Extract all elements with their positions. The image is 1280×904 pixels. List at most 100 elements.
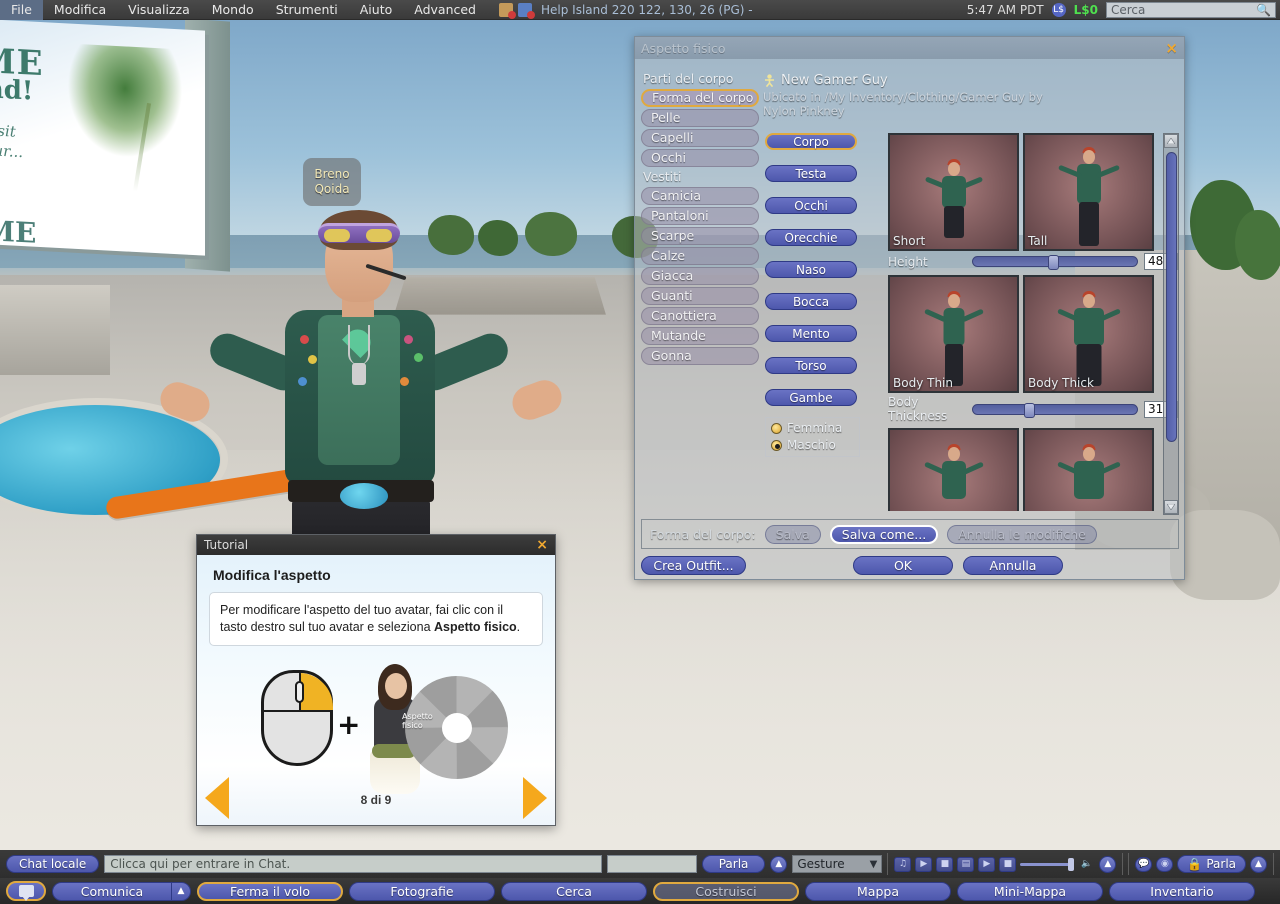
menu-aiuto[interactable]: Aiuto [349,0,404,20]
tab-mento[interactable]: Mento [765,325,857,342]
thumbnail-short[interactable]: Short [888,133,1019,251]
slider-knob-body-thickness[interactable] [1023,402,1035,418]
tab-orecchie[interactable]: Orecchie [765,229,857,246]
inventario-button[interactable]: Inventario [1109,881,1255,901]
mini-mappa-button[interactable]: Mini-Mappa [957,881,1103,901]
wearable-forma-del-corpo[interactable]: Forma del corpo [641,89,759,107]
thumbnail-next-left[interactable] [888,428,1019,511]
talk-chevron-up-icon[interactable]: ▲ [770,855,788,873]
slider-scroll-panel[interactable]: Short Tall Height 48 Body Thin Body Thic… [888,133,1178,511]
chevron-down-icon[interactable]: ▼ [870,859,878,870]
voice-chat-icon[interactable]: 💬 [1135,856,1153,872]
menu-modifica[interactable]: Modifica [43,0,117,20]
arrow-right-icon[interactable] [523,777,547,819]
wearables-column[interactable]: Parti del corpo Forma del corpo Pelle Ca… [641,69,759,367]
volume-knob[interactable] [1068,857,1075,871]
menu-visualizza[interactable]: Visualizza [117,0,201,20]
gender-option-female[interactable]: Femmina [771,421,854,435]
appearance-title-bar[interactable]: Aspetto fisico × [635,37,1184,59]
thumbnail-body-thick[interactable]: Body Thick [1023,275,1154,393]
save-row[interactable]: Forma del corpo: Salva Salva come... Ann… [641,519,1179,549]
voice-chevron-up-icon[interactable]: ▲ [1250,855,1267,873]
save-as-button[interactable]: Salva come... [829,524,939,544]
thumbnail-body-thin[interactable]: Body Thin [888,275,1019,393]
music-play-icon[interactable]: ▶ [915,856,933,872]
gesture-select[interactable]: Gesture ▼ [792,855,883,873]
slider-knob-height[interactable] [1048,255,1060,270]
lindex-icon[interactable]: L$ [1051,2,1066,17]
voice-controls[interactable]: 💬 ◉ 🔒 Parla ▲ [1128,853,1274,875]
tab-corpo[interactable]: Corpo [765,133,857,150]
wearable-calze[interactable]: Calze [641,247,759,265]
wearable-guanti[interactable]: Guanti [641,287,759,305]
radio-female-icon[interactable] [771,422,782,434]
search-input[interactable]: Cerca 🔍 [1106,1,1276,18]
menu-file[interactable]: File [0,0,43,20]
wearable-giacca[interactable]: Giacca [641,267,759,285]
fotografie-button[interactable]: Fotografie [349,881,495,901]
cerca-button[interactable]: Cerca [501,881,647,901]
chat-input[interactable]: Clicca qui per entrare in Chat. [104,855,602,873]
wearable-gonna[interactable]: Gonna [641,347,759,365]
scroll-up-icon[interactable] [1164,134,1178,148]
music-note-icon[interactable]: ♫ [894,856,912,872]
slider-row-body-thickness[interactable]: Body Thickness 31 [888,395,1178,423]
media-chevron-up-icon[interactable]: ▲ [1099,855,1117,873]
tab-testa[interactable]: Testa [765,165,857,182]
thumbnail-next-right[interactable] [1023,428,1154,511]
appearance-window[interactable]: Aspetto fisico × Parti del corpo Forma d… [634,36,1185,580]
gender-option-male[interactable]: Maschio [771,438,854,452]
scroll-down-icon[interactable] [1164,500,1178,514]
arrow-left-icon[interactable] [205,777,229,819]
slider-scrollbar[interactable] [1163,133,1179,515]
costruisci-button[interactable]: Costruisci [653,881,799,901]
wearable-scarpe[interactable]: Scarpe [641,227,759,245]
bottom-toolbar[interactable]: Comunica ▲ Ferma il volo Fotografie Cerc… [0,878,1280,904]
slider-track-body-thickness[interactable] [972,402,1138,418]
tutorial-dialog[interactable]: Tutorial × Modifica l'aspetto Per modifi… [196,534,556,826]
talk-button[interactable]: Parla [701,855,766,873]
menu-bar[interactable]: File Modifica Visualizza Mondo Strumenti… [0,0,1280,20]
cancel-button[interactable]: Annulla [963,555,1063,575]
ok-button[interactable]: OK [853,555,953,575]
media-play-icon[interactable]: ▶ [978,856,996,872]
slider-track-height[interactable] [972,255,1138,270]
search-icon[interactable]: 🔍 [1256,3,1271,17]
chat-bar[interactable]: Chat locale Clicca qui per entrare in Ch… [0,850,1280,878]
gender-selector[interactable]: Femmina Maschio [765,417,860,457]
media-stop-icon[interactable]: ■ [999,856,1017,872]
revert-button[interactable]: Annulla le modifiche [947,524,1097,544]
mappa-button[interactable]: Mappa [805,881,951,901]
tab-naso[interactable]: Naso [765,261,857,278]
create-outfit-button[interactable]: Crea Outfit... [641,555,746,575]
tab-torso[interactable]: Torso [765,357,857,374]
wearable-capelli[interactable]: Capelli [641,129,759,147]
save-button[interactable]: Salva [764,524,821,544]
tab-occhi[interactable]: Occhi [765,197,857,214]
close-icon[interactable]: × [1165,39,1178,57]
chat-bubble-icon[interactable] [6,881,46,901]
menu-right-group[interactable]: 5:47 AM PDT L$ L$0 Cerca 🔍 [967,1,1280,18]
user-avatar[interactable] [150,195,610,588]
wearable-mutande[interactable]: Mutande [641,327,759,345]
body-part-tabs[interactable]: Corpo Testa Occhi Orecchie Naso Bocca Me… [765,133,865,421]
ferma-il-volo-button[interactable]: Ferma il volo [197,881,343,901]
volume-slider[interactable] [1020,857,1075,871]
thumbnail-tall[interactable]: Tall [1023,133,1154,251]
radio-male-icon[interactable] [771,439,782,451]
comunica-group[interactable]: Comunica ▲ [52,881,191,901]
menu-advanced[interactable]: Advanced [403,0,487,20]
scrollbar-thumb[interactable] [1166,152,1177,442]
comunica-button[interactable]: Comunica [52,881,172,901]
media-controls[interactable]: ♫ ▶ ■ ▤ ▶ ■ 🔈 ▲ [887,853,1124,875]
balance[interactable]: L$0 [1074,3,1098,17]
local-chat-button[interactable]: Chat locale [6,855,100,873]
wearable-canottiera[interactable]: Canottiera [641,307,759,325]
slider-row-height[interactable]: Height 48 [888,253,1178,270]
wearable-occhi[interactable]: Occhi [641,149,759,167]
wearable-camicia[interactable]: Camicia [641,187,759,205]
music-stop-icon[interactable]: ■ [936,856,954,872]
tab-gambe[interactable]: Gambe [765,389,857,406]
tab-bocca[interactable]: Bocca [765,293,857,310]
wearable-pelle[interactable]: Pelle [641,109,759,127]
